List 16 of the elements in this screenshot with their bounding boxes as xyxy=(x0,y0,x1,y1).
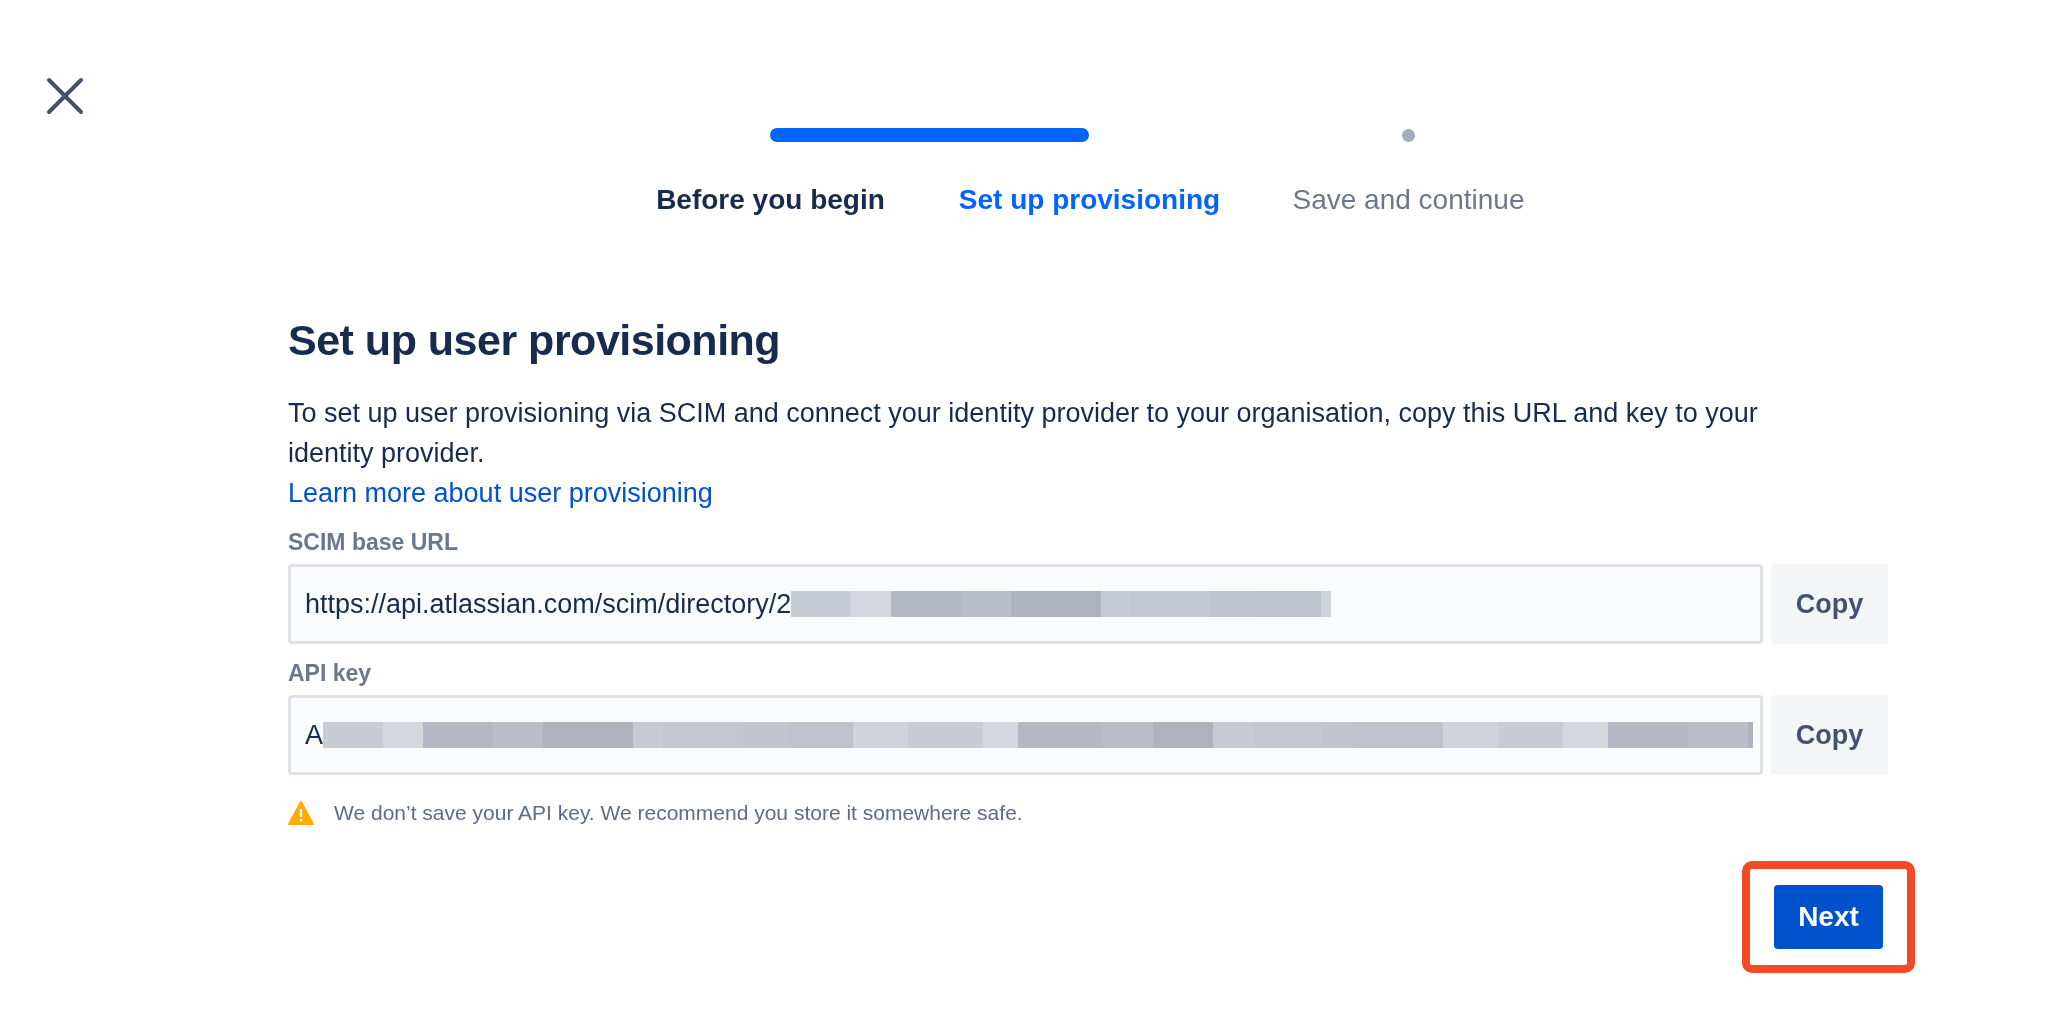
input-field[interactable]: https://api.atlassian.com/scim/directory/2 xyxy=(288,564,1763,644)
description-text: To set up user provisioning via SCIM and connect your identity provider to your organisation, copy this URL and key to your identity provider. xyxy=(288,397,1759,470)
step-label: Before you begin xyxy=(656,184,885,216)
warning-icon xyxy=(288,801,314,825)
copy-button[interactable]: Copy xyxy=(1771,695,1888,775)
field-label: SCIM base URL xyxy=(288,529,458,556)
input-field[interactable]: A xyxy=(288,695,1763,775)
warning-text: We don’t save your API key. We recommend you store it somewhere safe. xyxy=(334,801,1023,825)
copy-button[interactable]: Copy xyxy=(1771,564,1888,644)
step-label: Save and continue xyxy=(1292,184,1525,216)
field-label: API key xyxy=(288,660,372,687)
close-icon[interactable] xyxy=(45,76,85,116)
learn-more-link[interactable]: Learn more about user provisioning xyxy=(288,473,713,513)
step-label: Set up provisioning xyxy=(958,184,1221,216)
page-heading: Set up user provisioning xyxy=(288,316,782,365)
next-button[interactable]: Next xyxy=(1774,885,1883,949)
